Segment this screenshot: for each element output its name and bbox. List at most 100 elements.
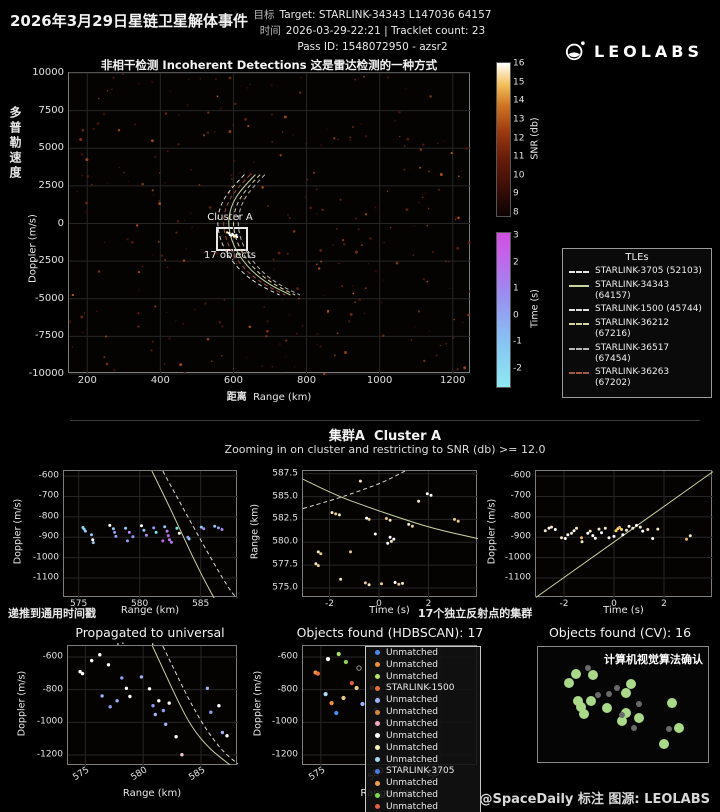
cv-detected-object xyxy=(588,670,598,680)
main-xlabel: 距离 Range (km) xyxy=(68,388,470,403)
y-tick-label: -800 xyxy=(511,512,536,521)
match-label: Unmatched xyxy=(386,695,438,705)
y-tick-label: -1000 xyxy=(37,718,68,727)
data-point xyxy=(581,540,584,543)
leolabs-logo-icon xyxy=(565,40,587,62)
cv-candidate-object xyxy=(636,701,642,707)
data-point xyxy=(326,657,330,661)
match-label: STARLINK-3705 xyxy=(386,766,454,776)
leolabs-logo: LEOLABS xyxy=(565,40,703,62)
match-label: Unmatched xyxy=(386,778,438,788)
match-legend-row: Unmatched xyxy=(366,659,480,671)
main-canvas xyxy=(69,73,471,374)
match-label: Unmatched xyxy=(386,731,438,741)
data-point xyxy=(188,537,191,540)
data-point xyxy=(168,538,171,541)
header-time-line: 时间2026-03-29-22:21 | Tracklet count: 23 xyxy=(230,24,515,40)
y-tick-label: 7500 xyxy=(39,106,69,116)
cv-candidate-object xyxy=(614,685,620,691)
data-point xyxy=(625,529,628,532)
data-point xyxy=(100,694,103,697)
match-label: Unmatched xyxy=(386,648,438,658)
data-point xyxy=(331,511,334,514)
data-point xyxy=(389,519,392,522)
mid-center-plot: -202587.5585.0582.5580.0577.5575.0 xyxy=(302,470,477,597)
data-point xyxy=(157,699,160,702)
data-point xyxy=(397,583,400,586)
snr-colorbar xyxy=(496,62,511,217)
cv-candidate-object xyxy=(595,692,601,698)
data-point xyxy=(417,500,420,503)
cluster-section-title: 集群A Cluster A xyxy=(60,425,710,444)
match-legend-row: Unmatched xyxy=(366,671,480,683)
colorbar-tick-label: -1 xyxy=(513,338,522,347)
colorbar-tick-label: -2 xyxy=(513,364,522,373)
match-label: STARLINK-1500 xyxy=(386,683,454,693)
mid-right-ylabel: Doppler (m/s) xyxy=(487,477,498,587)
data-point xyxy=(128,695,131,698)
data-point xyxy=(613,535,616,538)
data-point xyxy=(646,528,649,531)
data-point xyxy=(334,512,337,515)
data-point xyxy=(233,236,235,238)
data-point xyxy=(166,530,169,533)
data-point xyxy=(113,531,116,534)
data-point xyxy=(337,652,341,656)
x-tick-label: 400 xyxy=(151,376,170,386)
data-point xyxy=(685,538,688,541)
match-color-dot xyxy=(375,757,380,762)
data-point xyxy=(317,564,320,567)
data-point xyxy=(544,529,547,532)
match-legend-row: Unmatched xyxy=(366,777,480,789)
data-point xyxy=(202,527,205,530)
data-point xyxy=(206,687,209,690)
data-point xyxy=(164,723,167,726)
y-tick-label: 10000 xyxy=(32,68,69,78)
data-point xyxy=(656,528,659,531)
data-point xyxy=(411,525,414,528)
data-point xyxy=(145,534,148,537)
main-ylabel-zh: 多普勒速度 xyxy=(7,106,24,181)
cv-detected-object xyxy=(621,688,631,698)
bottom-center-title: Objects found (HDBSCAN): 17 xyxy=(295,625,485,640)
tle-entry-label: STARLINK-36212 (67216) xyxy=(595,318,705,340)
bottom-right-title: Objects found (CV): 16 xyxy=(520,625,720,640)
colorbar-tick-label: 10 xyxy=(513,171,524,180)
tle-entry-label: STARLINK-36263 (67202) xyxy=(595,367,705,389)
cv-candidate-object xyxy=(585,665,591,671)
y-tick-label: 577.5 xyxy=(272,561,303,570)
tle-track xyxy=(233,175,295,295)
data-point xyxy=(140,524,143,527)
data-point xyxy=(635,524,638,527)
header-target-line: 目标Target: STARLINK-34343 L147036 64157 xyxy=(230,8,515,24)
tle-line-sample xyxy=(569,372,589,374)
match-color-dot xyxy=(375,769,380,774)
data-point xyxy=(453,518,456,521)
data-point xyxy=(457,520,460,523)
data-point xyxy=(98,653,101,656)
match-legend-row: STARLINK-3705 xyxy=(366,765,480,777)
match-legend-row: Unmatched xyxy=(366,754,480,766)
match-label: Unmatched xyxy=(386,707,438,717)
cv-candidate-object xyxy=(631,725,637,731)
data-point xyxy=(213,525,216,528)
cv-detected-object xyxy=(634,713,644,723)
data-point xyxy=(142,529,145,532)
tle-legend-entry: STARLINK-3705 (52103) xyxy=(569,266,705,277)
y-tick-label: -700 xyxy=(511,492,536,501)
target-value: Target: STARLINK-34343 L147036 64157 xyxy=(280,9,492,21)
tle-track xyxy=(303,471,405,509)
tle-entry-label: STARLINK-1500 (45744) xyxy=(595,304,702,315)
x-tick-label: 200 xyxy=(78,376,97,386)
data-point xyxy=(330,701,334,705)
match-legend-row: Unmatched xyxy=(366,742,480,754)
midLeft-canvas xyxy=(64,471,238,598)
bottom-left-xlabel: Range (km) xyxy=(67,788,237,799)
data-point xyxy=(355,686,359,690)
data-point xyxy=(389,536,392,539)
cv-candidate-object xyxy=(606,691,612,697)
y-tick-label: -5000 xyxy=(35,294,69,304)
x-tick-label: 600 xyxy=(224,376,243,386)
data-point xyxy=(341,696,345,700)
midRight-canvas xyxy=(536,471,713,598)
